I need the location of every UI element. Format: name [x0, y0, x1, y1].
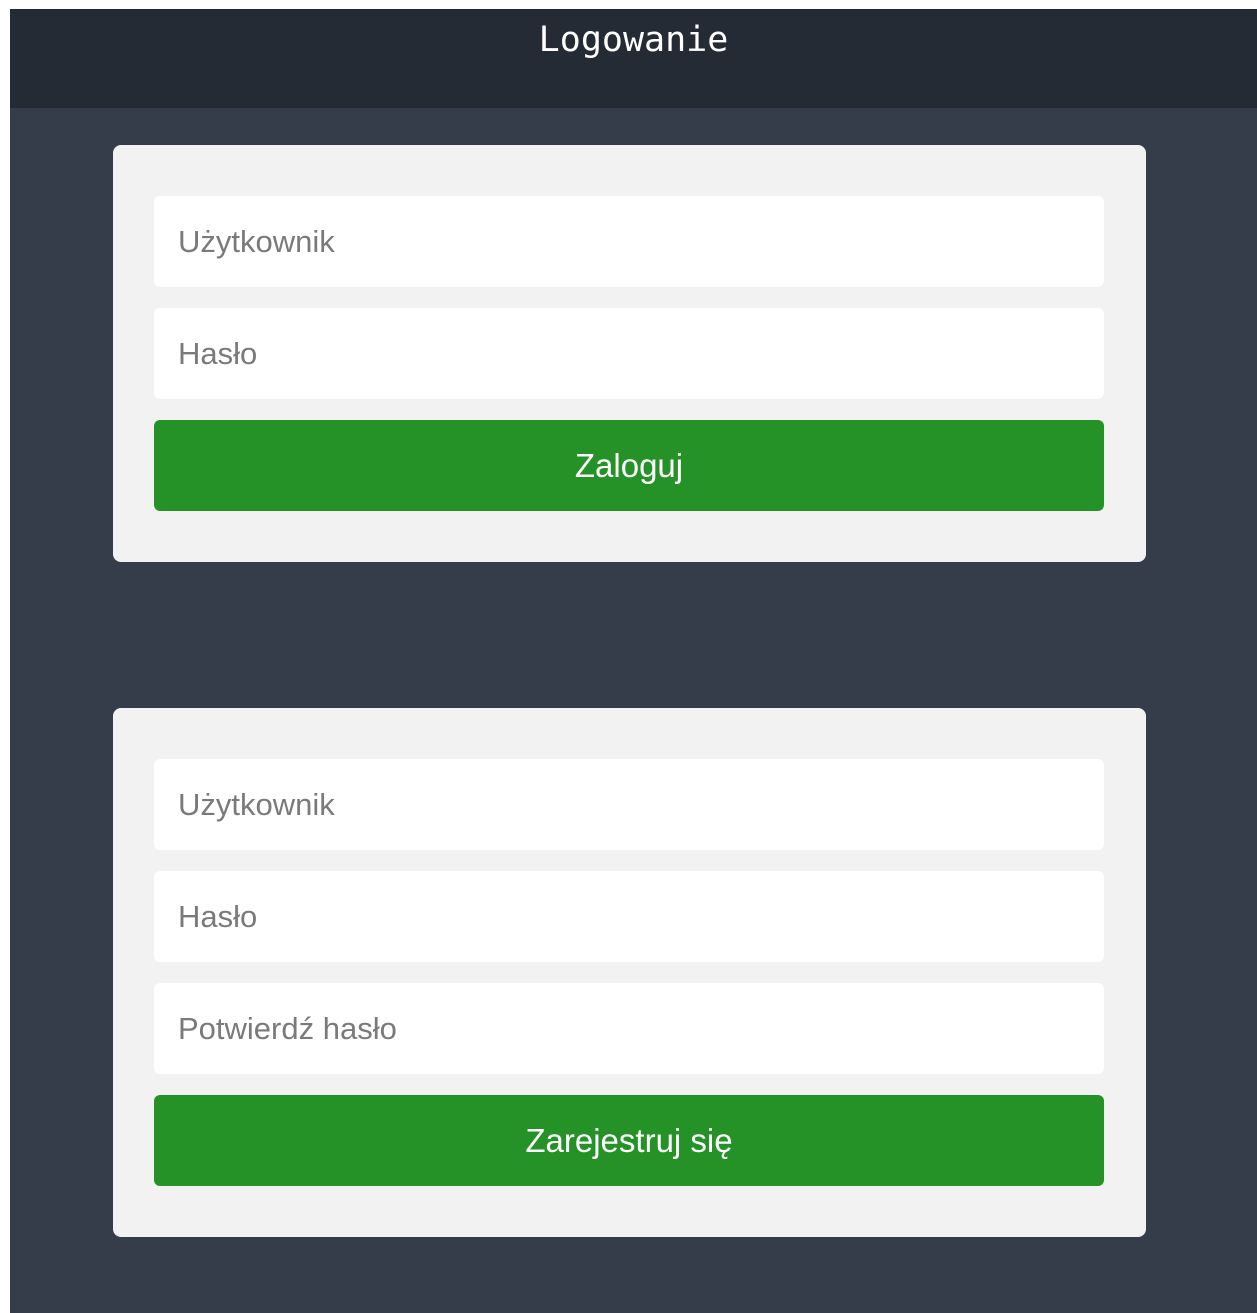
- register-form: Zarejestruj się: [113, 708, 1146, 1237]
- login-form: Zaloguj: [113, 145, 1146, 562]
- register-button[interactable]: Zarejestruj się: [154, 1095, 1104, 1186]
- page-title: Logowanie: [538, 20, 729, 60]
- register-password-input[interactable]: [154, 871, 1104, 962]
- register-username-input[interactable]: [154, 759, 1104, 850]
- register-confirm-password-input[interactable]: [154, 983, 1104, 1074]
- login-username-input[interactable]: [154, 196, 1104, 287]
- app-window: Logowanie Zaloguj Zarejestruj się: [10, 9, 1257, 1313]
- login-password-input[interactable]: [154, 308, 1104, 399]
- header-bar: Logowanie: [10, 9, 1257, 108]
- login-button[interactable]: Zaloguj: [154, 420, 1104, 511]
